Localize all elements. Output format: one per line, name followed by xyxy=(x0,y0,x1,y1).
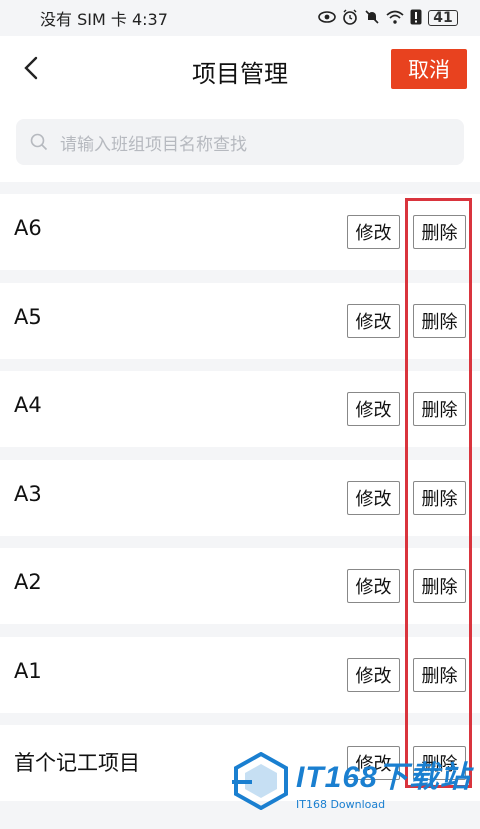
edit-button[interactable]: 修改 xyxy=(347,480,400,515)
project-name: A2 xyxy=(14,570,42,594)
list-item: A1 修改 删除 xyxy=(0,636,480,713)
edit-button[interactable]: 修改 xyxy=(347,303,400,338)
mute-icon xyxy=(364,9,380,28)
search-input[interactable]: 请输入班组项目名称查找 xyxy=(16,119,464,165)
list-item: A3 修改 删除 xyxy=(0,459,480,536)
alarm-icon xyxy=(342,9,358,28)
watermark: IT168下载站 IT168 Download xyxy=(232,744,472,818)
list-item: A2 修改 删除 xyxy=(0,548,480,624)
list-item: A5 修改 删除 xyxy=(0,282,480,359)
search-icon xyxy=(30,133,48,151)
project-name: A3 xyxy=(14,481,42,506)
watermark-logo-icon xyxy=(232,751,290,811)
watermark-sub: IT168 Download xyxy=(296,797,386,811)
project-name: A5 xyxy=(14,304,42,329)
delete-button[interactable]: 删除 xyxy=(413,392,466,426)
delete-button[interactable]: 删除 xyxy=(413,303,466,338)
edit-button[interactable]: 修改 xyxy=(347,569,400,603)
alert-icon xyxy=(410,9,422,28)
edit-button[interactable]: 修改 xyxy=(347,215,400,249)
project-name: A6 xyxy=(14,216,42,240)
delete-button[interactable]: 删除 xyxy=(413,215,466,249)
delete-button[interactable]: 删除 xyxy=(413,480,466,515)
status-icons: 41 xyxy=(318,9,458,28)
list-item: A6 修改 删除 xyxy=(0,194,480,270)
search-section: 请输入班组项目名称查找 xyxy=(0,104,480,182)
wifi-icon xyxy=(386,10,404,27)
list-item: A4 修改 删除 xyxy=(0,371,480,447)
app-header: 项目管理 取消 xyxy=(0,36,480,104)
project-name: A1 xyxy=(14,658,42,683)
status-bar: 没有 SIM 卡 4:37 41 xyxy=(0,0,480,36)
project-name: A4 xyxy=(14,393,42,417)
edit-button[interactable]: 修改 xyxy=(347,657,400,692)
eye-icon xyxy=(318,10,336,26)
delete-button[interactable]: 删除 xyxy=(413,657,466,692)
project-name: 首个记工项目 xyxy=(14,751,140,775)
status-text: 没有 SIM 卡 4:37 xyxy=(40,10,168,29)
watermark-text: IT168下载站 IT168 Download xyxy=(296,752,471,811)
delete-button[interactable]: 删除 xyxy=(413,569,466,603)
search-placeholder: 请输入班组项目名称查找 xyxy=(60,134,247,155)
battery-icon: 41 xyxy=(428,10,458,26)
project-list: A6 修改 删除 A5 修改 删除 A4 修改 删除 A3 修改 删除 A2 修… xyxy=(0,194,480,814)
cancel-button[interactable]: 取消 xyxy=(391,49,467,89)
watermark-main: IT168下载站 xyxy=(296,760,471,794)
edit-button[interactable]: 修改 xyxy=(347,392,400,426)
